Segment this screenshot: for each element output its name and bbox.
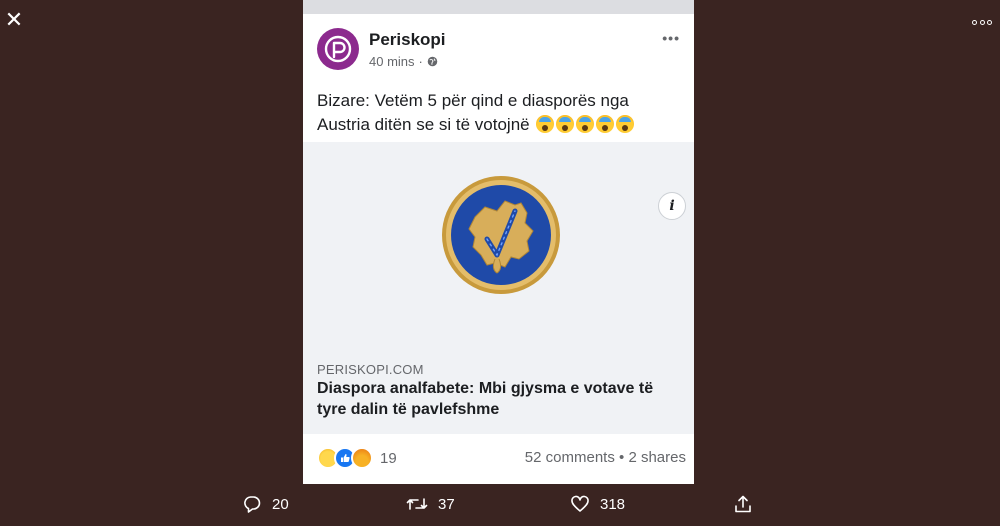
shares-count[interactable]: 2 shares	[628, 449, 686, 466]
link-preview-box[interactable]: PERISKOPI.COM Diaspora analfabete: Mbi g…	[303, 350, 694, 434]
top-strip	[303, 0, 694, 14]
link-headline: Diaspora analfabete: Mbi gjysma e votave…	[317, 380, 654, 418]
close-icon[interactable]: ✕	[4, 10, 24, 32]
reply-count: 20	[272, 495, 289, 513]
page-name[interactable]: Periskopi	[369, 30, 446, 50]
post-time[interactable]: 40 mins	[369, 54, 415, 69]
share-icon	[735, 495, 751, 513]
like-button[interactable]: 318	[570, 494, 625, 514]
retweet-button[interactable]: 37	[406, 494, 455, 514]
retweet-icon	[406, 498, 428, 510]
comments-count[interactable]: 52 comments	[525, 449, 615, 466]
kosovo-vote-seal-icon	[442, 176, 560, 294]
tweet-action-bar: 20 37 318	[0, 494, 1000, 522]
more-icon[interactable]	[972, 12, 992, 32]
post-meta: 40 mins ·	[369, 54, 438, 69]
post-text: Bizare: Vetëm 5 për qind e diasporës nga…	[317, 89, 682, 137]
link-domain: PERISKOPI.COM	[317, 362, 424, 377]
page-avatar	[317, 28, 359, 70]
link-preview-image[interactable]	[303, 142, 694, 350]
reply-icon	[244, 496, 261, 513]
share-button[interactable]	[733, 494, 753, 514]
reply-button[interactable]: 20	[242, 494, 289, 514]
heart-icon	[571, 495, 589, 512]
post-stats: 52 comments • 2 shares	[525, 449, 686, 466]
reactions-summary[interactable]: 19	[317, 447, 397, 469]
stats-separator: •	[619, 449, 625, 466]
screaming-face-emoji-icon	[576, 115, 595, 133]
globe-icon	[427, 56, 438, 67]
screaming-face-emoji-icon	[556, 115, 575, 133]
facebook-post-screenshot: Periskopi 40 mins · ••• Bizare: Vetëm 5 …	[303, 0, 694, 484]
screaming-emoji-row	[534, 115, 635, 134]
screaming-face-emoji-icon	[536, 115, 555, 133]
screaming-face-emoji-icon	[596, 115, 615, 133]
screaming-face-emoji-icon	[616, 115, 635, 133]
periskopi-logo-icon	[324, 35, 352, 63]
retweet-count: 37	[438, 495, 455, 513]
info-button[interactable]: i	[658, 192, 686, 220]
reaction-count: 19	[380, 449, 397, 467]
like-count: 318	[600, 495, 626, 513]
meta-dot: ·	[418, 54, 423, 69]
post-options-icon[interactable]: •••	[662, 30, 680, 46]
angry-reaction-icon	[351, 447, 373, 469]
